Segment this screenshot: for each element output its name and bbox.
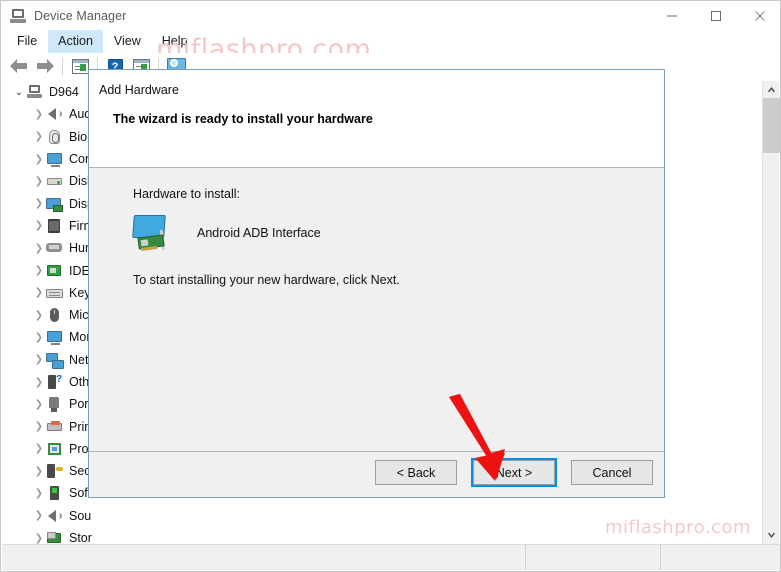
back-icon[interactable]: [6, 55, 32, 77]
tree-item-label: Net: [69, 352, 89, 367]
chevron-right-icon[interactable]: ❯: [32, 152, 46, 166]
chevron-right-icon[interactable]: ❯: [32, 509, 46, 523]
scroll-down-icon[interactable]: [763, 527, 780, 544]
processor-icon: [46, 441, 63, 457]
ide-controller-icon: [46, 263, 63, 279]
tree-root-label: D964: [49, 85, 79, 100]
hardware-to-install-label: Hardware to install:: [133, 187, 240, 201]
chevron-right-icon[interactable]: ❯: [32, 174, 46, 188]
chevron-right-icon[interactable]: ❯: [32, 420, 46, 434]
firmware-icon: [46, 218, 63, 234]
tree-item-label: Por: [69, 397, 89, 412]
sound-controller-icon: [46, 508, 63, 524]
menu-file[interactable]: File: [7, 30, 47, 53]
minimize-icon[interactable]: [650, 1, 694, 30]
chevron-right-icon[interactable]: ❯: [32, 264, 46, 278]
tree-item-label: Mic: [69, 308, 89, 323]
dialog-note: To start installing your new hardware, c…: [133, 273, 400, 287]
tree-item-label: Pro: [69, 441, 89, 456]
human-interface-icon: [46, 240, 63, 256]
title-bar: Device Manager: [1, 1, 780, 30]
status-pane-main: [2, 545, 526, 570]
chevron-right-icon[interactable]: ❯: [32, 286, 46, 300]
dialog-footer: < Back Next > Cancel: [89, 451, 664, 497]
window-controls: [650, 1, 780, 30]
dialog-title: Add Hardware: [99, 83, 179, 97]
chevron-right-icon[interactable]: ❯: [32, 308, 46, 322]
chevron-right-icon[interactable]: ❯: [32, 353, 46, 367]
tree-item-label: Stor: [69, 531, 92, 544]
chevron-right-icon[interactable]: ❯: [32, 197, 46, 211]
network-adapter-icon: [46, 352, 64, 369]
dialog-button-row: < Back Next > Cancel: [375, 460, 653, 485]
chevron-right-icon[interactable]: ❯: [32, 464, 46, 478]
vertical-scrollbar[interactable]: [762, 81, 780, 544]
chevron-right-icon[interactable]: ❯: [32, 442, 46, 456]
storage-controller-icon: [46, 530, 63, 544]
add-hardware-dialog: Add Hardware The wizard is ready to inst…: [88, 69, 665, 498]
status-pane-second: [526, 545, 661, 570]
menu-bar: File Action View Help: [1, 30, 780, 53]
tree-item-label: Oth: [69, 375, 90, 389]
chevron-right-icon[interactable]: ❯: [32, 375, 46, 389]
chevron-right-icon[interactable]: ❯: [32, 241, 46, 255]
port-icon: [46, 396, 63, 413]
chevron-right-icon[interactable]: ❯: [32, 486, 46, 500]
security-device-icon: [46, 463, 63, 479]
window-title: Device Manager: [34, 8, 127, 23]
print-queue-icon: [46, 419, 63, 435]
next-button[interactable]: Next >: [473, 460, 555, 485]
tree-item[interactable]: ❯ Stor: [2, 527, 758, 544]
back-button[interactable]: < Back: [375, 460, 457, 485]
maximize-icon[interactable]: [694, 1, 738, 30]
toolbar-separator: [62, 57, 63, 75]
disk-drive-icon: [46, 173, 63, 189]
mouse-icon: [46, 307, 63, 323]
cancel-button[interactable]: Cancel: [571, 460, 653, 485]
status-bar: [2, 544, 780, 570]
status-pane-third: [661, 545, 780, 570]
device-manager-window: Device Manager File Action View Help mif…: [0, 0, 781, 572]
chevron-right-icon[interactable]: ❯: [32, 219, 46, 233]
audio-icon: [46, 106, 63, 122]
chevron-down-icon[interactable]: ⌄: [12, 85, 26, 99]
other-device-icon: [46, 374, 63, 390]
dialog-subtitle: The wizard is ready to install your hard…: [113, 112, 373, 126]
software-device-icon: [46, 485, 63, 501]
computer-icon: [26, 84, 43, 100]
close-icon[interactable]: [738, 1, 780, 30]
forward-icon[interactable]: [32, 55, 58, 77]
chevron-right-icon[interactable]: ❯: [32, 397, 46, 411]
chevron-right-icon[interactable]: ❯: [32, 330, 46, 344]
tree-item-label: IDE: [69, 263, 90, 278]
computer-icon: [46, 151, 63, 168]
hardware-device-icon: [130, 215, 172, 253]
device-manager-icon: [10, 8, 26, 24]
chevron-right-icon[interactable]: ❯: [32, 107, 46, 121]
scroll-up-icon[interactable]: [763, 81, 780, 98]
hardware-name: Android ADB Interface: [197, 226, 321, 240]
scrollbar-thumb[interactable]: [763, 98, 780, 153]
tree-item[interactable]: ❯ Sou: [2, 505, 758, 527]
monitor-icon: [46, 329, 63, 346]
chevron-right-icon[interactable]: ❯: [32, 130, 46, 144]
chevron-right-icon[interactable]: ❯: [32, 531, 46, 544]
menu-action[interactable]: Action: [48, 30, 103, 53]
dialog-body: Hardware to install: Android ADB Interfa…: [89, 169, 664, 497]
dialog-header: Add Hardware The wizard is ready to inst…: [89, 70, 664, 168]
menu-view[interactable]: View: [104, 30, 151, 53]
tree-item-label: Sou: [69, 508, 92, 523]
keyboard-icon: [46, 285, 63, 301]
biometric-icon: [46, 129, 63, 145]
menu-help[interactable]: Help: [152, 30, 198, 53]
display-adapter-icon: [46, 196, 63, 212]
